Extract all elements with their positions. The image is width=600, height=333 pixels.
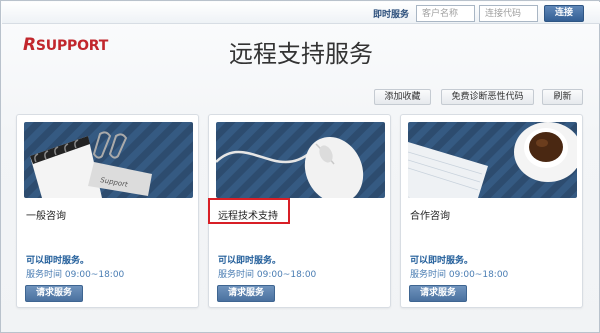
service-card-general: Support 一般咨询 可以即时服务。 服务时间 09:00~18:00 请求…: [16, 114, 199, 308]
service-hours-text: 服务时间 09:00~18:00: [26, 270, 125, 280]
customer-name-input[interactable]: [416, 5, 475, 22]
refresh-button[interactable]: 刷新: [542, 89, 583, 105]
availability-text: 可以即时服务。: [410, 256, 474, 266]
coffee-image: [408, 122, 577, 198]
page-title: 远程支持服务: [229, 40, 373, 68]
card-title: 一般咨询: [26, 211, 66, 222]
rsupport-logo[interactable]: RSUPPORT: [23, 35, 108, 55]
card-title: 合作咨询: [410, 211, 450, 222]
connect-button[interactable]: 连接: [544, 5, 584, 22]
highlight-box: [208, 198, 290, 224]
instant-service-label: 即时服务: [373, 10, 410, 20]
availability-text: 可以即时服务。: [26, 256, 90, 266]
mouse-image: [216, 122, 385, 198]
logo-initial: R: [23, 35, 36, 55]
malware-diagnosis-button[interactable]: 免费诊断恶性代码: [441, 89, 534, 105]
app-window: 即时服务 连接 RSUPPORT 远程支持服务 添加收藏 免费诊断恶性代码 刷新: [0, 0, 600, 333]
request-service-button[interactable]: 请求服务: [25, 285, 83, 302]
logo-text: SUPPORT: [35, 38, 109, 54]
service-card-partnership: 合作咨询 可以即时服务。 服务时间 09:00~18:00 请求服务: [400, 114, 583, 308]
notebook-image: Support: [24, 122, 193, 198]
service-hours-text: 服务时间 09:00~18:00: [410, 270, 509, 280]
service-hours-text: 服务时间 09:00~18:00: [218, 270, 317, 280]
request-service-button[interactable]: 请求服务: [409, 285, 467, 302]
connect-code-input[interactable]: [479, 5, 538, 22]
add-favorite-button[interactable]: 添加收藏: [374, 89, 431, 105]
top-bar: 即时服务 连接: [2, 2, 600, 24]
availability-text: 可以即时服务。: [218, 256, 282, 266]
request-service-button[interactable]: 请求服务: [217, 285, 275, 302]
